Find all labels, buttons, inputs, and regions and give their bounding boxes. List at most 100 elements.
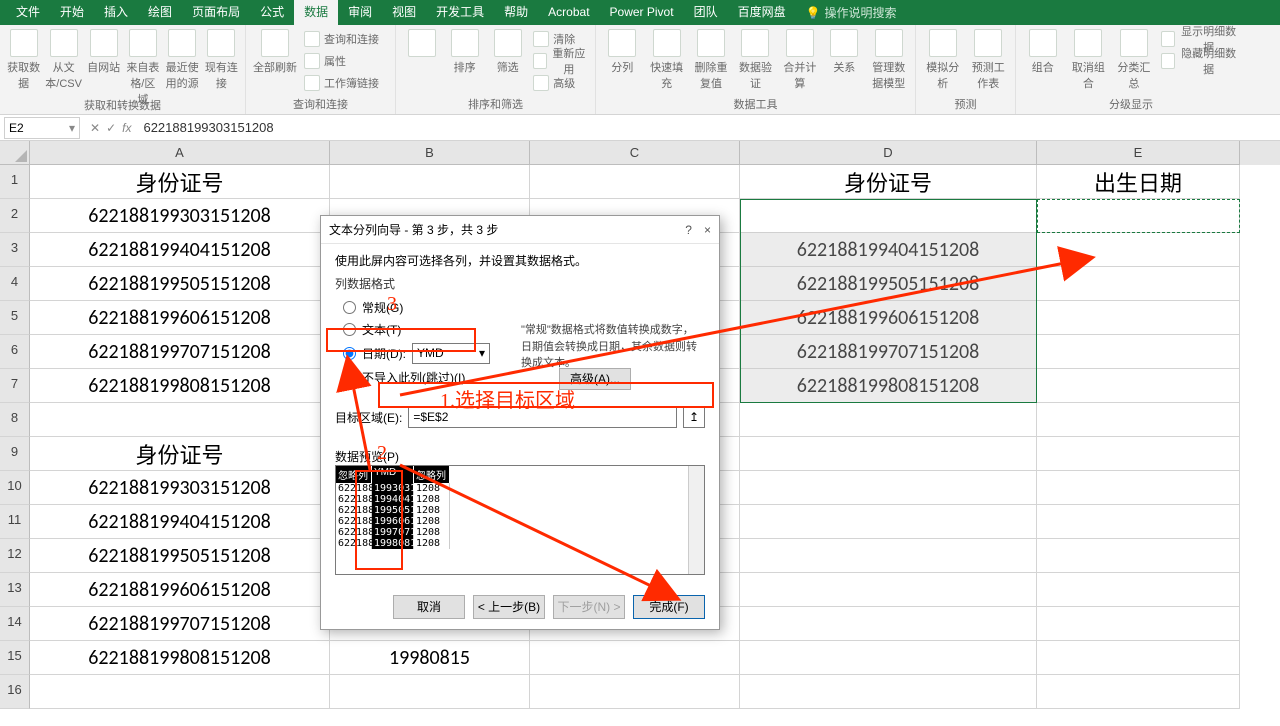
- btn-fromtext[interactable]: 从文本/CSV: [45, 29, 82, 91]
- btn-subtotal[interactable]: 分类汇总: [1113, 29, 1155, 91]
- tab-home[interactable]: 开始: [50, 0, 94, 25]
- cell-D9[interactable]: [740, 437, 1037, 471]
- btn-sort[interactable]: 排序: [445, 29, 484, 75]
- cancel-button[interactable]: 取消: [393, 595, 465, 619]
- btn-links[interactable]: 工作簿链接: [302, 73, 381, 93]
- cell-A14[interactable]: 622188199707151208: [30, 607, 330, 641]
- cell-E11[interactable]: [1037, 505, 1240, 539]
- cell-E6[interactable]: [1037, 335, 1240, 369]
- btn-recent[interactable]: 最近使用的源: [164, 29, 199, 91]
- cell-A10[interactable]: 622188199303151208: [30, 471, 330, 505]
- row-header-6[interactable]: 6: [0, 335, 30, 369]
- cell-A2[interactable]: 622188199303151208: [30, 199, 330, 233]
- cell-E3[interactable]: [1037, 233, 1240, 267]
- cell-E10[interactable]: [1037, 471, 1240, 505]
- row-header-8[interactable]: 8: [0, 403, 30, 437]
- btn-group[interactable]: 组合: [1022, 29, 1064, 75]
- opt-general[interactable]: 常规(G): [335, 296, 705, 318]
- btn-flashfill[interactable]: 快速填充: [646, 29, 686, 91]
- cell-C15[interactable]: [530, 641, 740, 675]
- cell-B15[interactable]: 19980815: [330, 641, 530, 675]
- cell-D2[interactable]: 622188199303151208: [740, 199, 1037, 233]
- cell-A13[interactable]: 622188199606151208: [30, 573, 330, 607]
- row-header-9[interactable]: 9: [0, 437, 30, 471]
- cell-E5[interactable]: [1037, 301, 1240, 335]
- cell-A6[interactable]: 622188199707151208: [30, 335, 330, 369]
- row-header-12[interactable]: 12: [0, 539, 30, 573]
- cell-A5[interactable]: 622188199606151208: [30, 301, 330, 335]
- row-header-16[interactable]: 16: [0, 675, 30, 709]
- cell-E12[interactable]: [1037, 539, 1240, 573]
- cell-A1[interactable]: 身份证号: [30, 165, 330, 199]
- cell-D6[interactable]: 622188199707151208: [740, 335, 1037, 369]
- btn-sort-az[interactable]: [402, 29, 441, 57]
- tab-powerpivot[interactable]: Power Pivot: [600, 0, 684, 25]
- cell-E1[interactable]: 出生日期: [1037, 165, 1240, 199]
- back-button[interactable]: < 上一步(B): [473, 595, 545, 619]
- row-header-10[interactable]: 10: [0, 471, 30, 505]
- tab-dev[interactable]: 开发工具: [426, 0, 494, 25]
- accept-icon[interactable]: ✓: [106, 121, 116, 135]
- row-header-11[interactable]: 11: [0, 505, 30, 539]
- cell-A11[interactable]: 622188199404151208: [30, 505, 330, 539]
- row-header-13[interactable]: 13: [0, 573, 30, 607]
- cell-D10[interactable]: [740, 471, 1037, 505]
- btn-consolidate[interactable]: 合并计算: [780, 29, 820, 91]
- cell-D3[interactable]: 622188199404151208: [740, 233, 1037, 267]
- cell-D12[interactable]: [740, 539, 1037, 573]
- btn-refresh[interactable]: 全部刷新: [252, 29, 298, 75]
- tell-me[interactable]: 💡 操作说明搜索: [796, 4, 907, 21]
- row-header-5[interactable]: 5: [0, 301, 30, 335]
- tab-help[interactable]: 帮助: [494, 0, 538, 25]
- btn-getdata[interactable]: 获取数据: [6, 29, 41, 91]
- row-header-3[interactable]: 3: [0, 233, 30, 267]
- cell-E16[interactable]: [1037, 675, 1240, 709]
- btn-fromtable[interactable]: 来自表格/区域: [125, 29, 160, 107]
- preview-scrollbar[interactable]: [688, 466, 704, 574]
- col-header-D[interactable]: D: [740, 141, 1037, 165]
- cell-E14[interactable]: [1037, 607, 1240, 641]
- cell-A7[interactable]: 622188199808151208: [30, 369, 330, 403]
- chevron-down-icon[interactable]: ▾: [69, 121, 75, 135]
- cell-D14[interactable]: [740, 607, 1037, 641]
- cell-E4[interactable]: [1037, 267, 1240, 301]
- tab-formula[interactable]: 公式: [250, 0, 294, 25]
- tab-team[interactable]: 团队: [684, 0, 728, 25]
- cell-A15[interactable]: 622188199808151208: [30, 641, 330, 675]
- cell-D8[interactable]: [740, 403, 1037, 437]
- row-header-7[interactable]: 7: [0, 369, 30, 403]
- col-header-E[interactable]: E: [1037, 141, 1240, 165]
- btn-validation[interactable]: 数据验证: [735, 29, 775, 91]
- dest-picker-icon[interactable]: ↥: [683, 406, 705, 428]
- select-all-corner[interactable]: [0, 141, 30, 165]
- cell-D16[interactable]: [740, 675, 1037, 709]
- tab-draw[interactable]: 绘图: [138, 0, 182, 25]
- btn-texttocol[interactable]: 分列: [602, 29, 642, 75]
- close-icon[interactable]: ×: [704, 223, 711, 237]
- btn-fromweb[interactable]: 自网站: [86, 29, 121, 75]
- cell-A4[interactable]: 622188199505151208: [30, 267, 330, 301]
- cell-D11[interactable]: [740, 505, 1037, 539]
- btn-ungroup[interactable]: 取消组合: [1068, 29, 1110, 91]
- row-header-15[interactable]: 15: [0, 641, 30, 675]
- dialog-titlebar[interactable]: 文本分列向导 - 第 3 步，共 3 步 ? ×: [321, 216, 719, 244]
- cell-C16[interactable]: [530, 675, 740, 709]
- btn-hidedetail[interactable]: 隐藏明细数据: [1159, 51, 1240, 71]
- cell-E7[interactable]: [1037, 369, 1240, 403]
- btn-existing[interactable]: 现有连接: [204, 29, 239, 91]
- cell-E13[interactable]: [1037, 573, 1240, 607]
- cell-D5[interactable]: 622188199606151208: [740, 301, 1037, 335]
- tab-layout[interactable]: 页面布局: [182, 0, 250, 25]
- help-icon[interactable]: ?: [685, 223, 692, 237]
- cell-D15[interactable]: [740, 641, 1037, 675]
- cell-E8[interactable]: [1037, 403, 1240, 437]
- cell-A16[interactable]: [30, 675, 330, 709]
- tab-acrobat[interactable]: Acrobat: [538, 0, 599, 25]
- tab-view[interactable]: 视图: [382, 0, 426, 25]
- btn-adv[interactable]: 高级: [531, 73, 589, 93]
- btn-forecast[interactable]: 预测工作表: [968, 29, 1010, 91]
- col-header-B[interactable]: B: [330, 141, 530, 165]
- tab-file[interactable]: 文件: [6, 0, 50, 25]
- btn-whatif[interactable]: 模拟分析: [922, 29, 964, 91]
- tab-baidu[interactable]: 百度网盘: [728, 0, 796, 25]
